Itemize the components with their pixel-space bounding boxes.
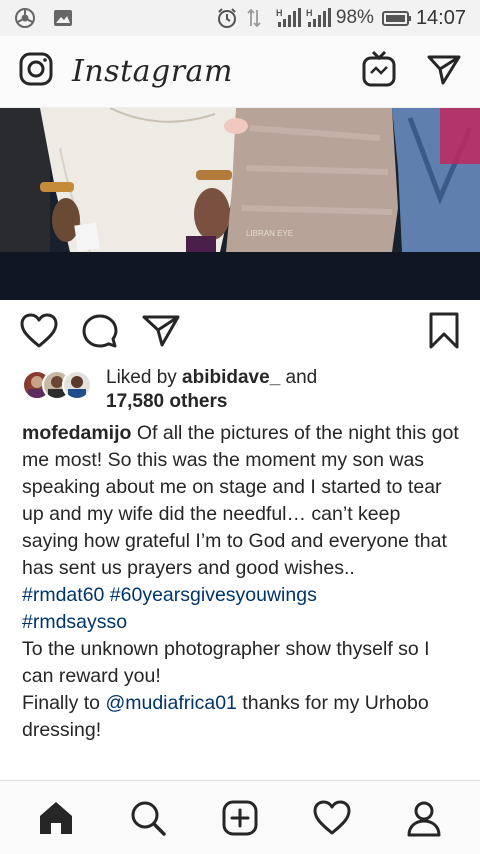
camera-icon[interactable] [18,51,54,92]
igtv-icon[interactable] [362,50,396,92]
svg-text:H: H [306,8,313,18]
data-arrows-icon [246,7,268,29]
svg-text:H: H [276,8,283,18]
post-actions [0,300,480,366]
like-icon[interactable] [20,313,58,354]
avatar [62,370,92,400]
new-post-icon[interactable] [212,790,268,846]
profile-icon[interactable] [396,790,452,846]
status-bar: H H 98% 14:07 [0,0,480,36]
caption-line-finally: Finally to [22,692,106,714]
bottom-nav [0,780,480,854]
search-icon[interactable] [120,790,176,846]
caption-text: Of all the pictures of the night this go… [22,422,459,579]
hashtag-rmdsaysso[interactable]: #rmdsaysso [22,611,127,633]
likes-prefix: Liked by [106,367,183,388]
app-header: Instagram [0,36,480,108]
activity-icon[interactable] [304,790,360,846]
share-icon[interactable] [142,313,180,354]
comment-icon[interactable] [82,313,118,354]
signal-h-icon: H [276,7,301,29]
post-caption: mofedamijo Of all the pictures of the ni… [22,420,462,744]
home-icon[interactable] [28,790,84,846]
hashtags[interactable]: #rmdat60 #60yearsgivesyouwings [22,584,317,606]
clock: 14:07 [415,6,466,29]
battery-percent: 98% [335,7,374,28]
signal-h-icon: H [306,7,331,29]
likes-text: Liked by abibidave_ and 17,580 others [106,366,317,414]
liker-avatars [22,370,94,400]
alarm-icon [216,7,238,29]
likes-row[interactable]: Liked by abibidave_ and 17,580 others [22,366,462,416]
caption-line-photographer: To the unknown photographer show thyself… [22,638,430,687]
direct-message-icon[interactable] [426,51,462,92]
battery-icon [381,7,411,29]
photo-illustration: LIBRAN EYE [0,108,480,300]
likes-count[interactable]: 17,580 others [106,391,227,412]
photo-watermark: LIBRAN EYE [246,229,293,238]
mention-link[interactable]: @mudiafrica01 [105,692,236,714]
likes-and: and [280,367,318,388]
caption-username[interactable]: mofedamijo [22,422,131,444]
bookmark-icon[interactable] [428,312,460,354]
post-photo[interactable]: LIBRAN EYE [0,108,480,300]
gallery-icon [52,7,74,29]
chrome-icon [14,7,36,29]
liker-username[interactable]: abibidave_ [182,367,280,388]
brand-logo: Instagram [72,54,233,89]
